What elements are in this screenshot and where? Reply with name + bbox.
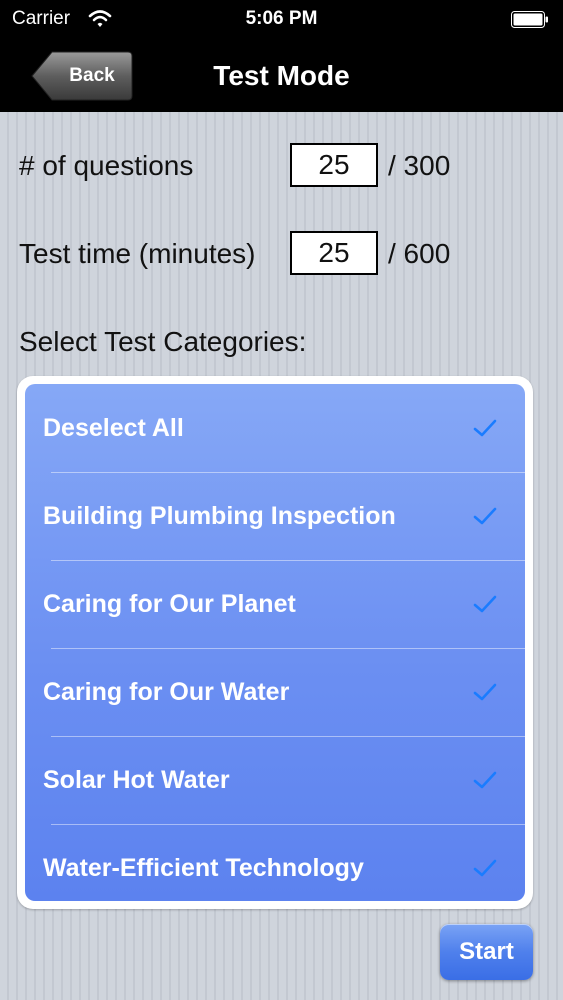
category-label: Building Plumbing Inspection bbox=[43, 502, 396, 530]
back-button-label: Back bbox=[69, 65, 115, 86]
category-row-building-plumbing-inspection[interactable]: Building Plumbing Inspection bbox=[25, 472, 525, 560]
back-button[interactable]: Back bbox=[30, 50, 134, 102]
category-card: Deselect All Building Plumbing Inspectio… bbox=[17, 376, 533, 909]
test-time-input[interactable] bbox=[290, 231, 378, 275]
categories-heading: Select Test Categories: bbox=[19, 326, 307, 357]
category-label: Solar Hot Water bbox=[43, 766, 230, 794]
category-label: Caring for Our Planet bbox=[43, 590, 296, 618]
status-bar: Carrier 5:06 PM bbox=[0, 0, 563, 40]
checkmark-icon bbox=[473, 683, 497, 701]
start-button[interactable]: Start bbox=[440, 924, 533, 980]
test-time-max-label: / 600 bbox=[388, 238, 451, 269]
questions-label: # of questions bbox=[19, 150, 194, 181]
test-time-label: Test time (minutes) bbox=[19, 238, 256, 269]
checkmark-icon bbox=[473, 595, 497, 613]
category-row-caring-for-our-planet[interactable]: Caring for Our Planet bbox=[25, 560, 525, 648]
category-row-deselect-all[interactable]: Deselect All bbox=[25, 384, 525, 472]
battery-icon bbox=[511, 11, 548, 28]
checkmark-icon bbox=[473, 771, 497, 789]
category-row-solar-hot-water[interactable]: Solar Hot Water bbox=[25, 736, 525, 824]
category-list[interactable]: Deselect All Building Plumbing Inspectio… bbox=[25, 384, 525, 901]
checkmark-icon bbox=[473, 507, 497, 525]
category-row-caring-for-our-water[interactable]: Caring for Our Water bbox=[25, 648, 525, 736]
questions-max-label: / 300 bbox=[388, 150, 451, 181]
checkmark-icon bbox=[473, 859, 497, 877]
category-label: Water-Efficient Technology bbox=[43, 854, 364, 882]
category-label: Caring for Our Water bbox=[43, 678, 290, 706]
checkmark-icon bbox=[473, 419, 497, 437]
category-row-water-efficient-technology[interactable]: Water-Efficient Technology bbox=[25, 824, 525, 901]
nav-bar: Test Mode Back bbox=[0, 40, 563, 112]
clock: 5:06 PM bbox=[245, 8, 318, 29]
questions-input[interactable] bbox=[290, 143, 378, 187]
category-label: Deselect All bbox=[43, 414, 184, 442]
